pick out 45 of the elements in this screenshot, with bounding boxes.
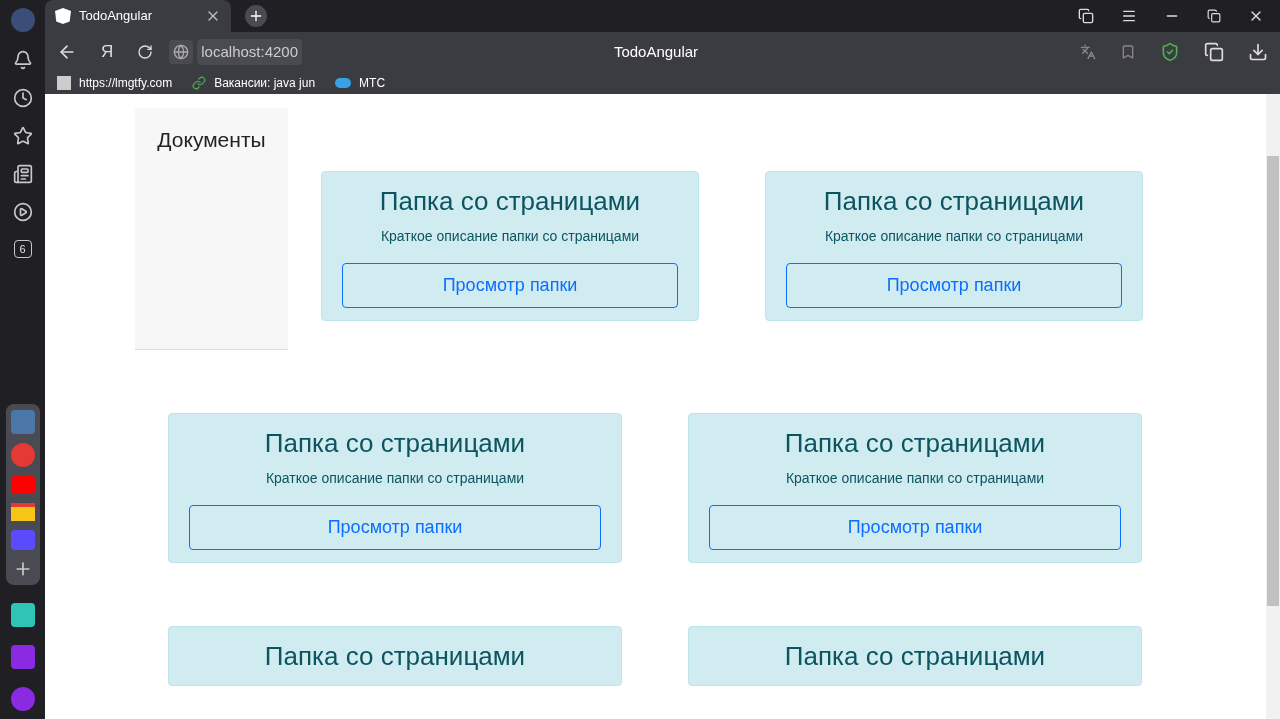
history-icon[interactable]: [12, 88, 33, 108]
tabs-count-badge[interactable]: 6: [13, 240, 32, 258]
favorites-icon[interactable]: [12, 126, 33, 146]
download-icon[interactable]: [1248, 42, 1268, 62]
panel-title: Документы: [157, 127, 266, 153]
tab-title: TodoAngular: [79, 7, 153, 26]
restore-icon[interactable]: [1207, 9, 1221, 23]
card-title: Папка со страницами: [823, 185, 1085, 218]
bookmark-item[interactable]: https://lmgtfy.com: [57, 74, 173, 92]
card-title: Папка со страницами: [784, 640, 1046, 673]
card-title: Папка со страницами: [784, 427, 1046, 460]
sidebar-panel-icon[interactable]: [1204, 42, 1224, 62]
bookmark-icon[interactable]: [1120, 44, 1136, 60]
browser-tab[interactable]: TodoAngular: [45, 0, 231, 32]
plus-icon: [248, 8, 264, 24]
view-folder-button[interactable]: Просмотр папки: [786, 263, 1122, 308]
news-icon[interactable]: [12, 164, 33, 184]
reload-icon[interactable]: [137, 44, 154, 60]
view-folder-button[interactable]: Просмотр папки: [709, 505, 1121, 550]
menu-icon[interactable]: [1121, 8, 1137, 24]
card-description: Краткое описание папки со страницами: [824, 227, 1084, 246]
shield-icon[interactable]: [1160, 42, 1180, 62]
card-title: Папка со страницами: [264, 427, 526, 460]
address-field[interactable]: localhost:4200: [169, 38, 303, 66]
paperclip-icon: [192, 76, 207, 90]
card-description: Краткое описание папки со страницами: [785, 469, 1045, 488]
view-folder-button[interactable]: Просмотр папки: [189, 505, 601, 550]
card-title: Папка со страницами: [379, 185, 641, 218]
address-text: localhost:4200: [197, 38, 303, 66]
angular-logo-icon: [55, 8, 71, 24]
card-title: Папка со страницами: [264, 640, 526, 673]
new-tab-button[interactable]: [245, 5, 267, 27]
card-description: Краткое описание папки со страницами: [265, 469, 525, 488]
scrollbar[interactable]: [1266, 94, 1280, 719]
tab-collections-icon[interactable]: [1078, 8, 1094, 24]
bookmark-item[interactable]: МТС: [335, 74, 386, 92]
notifications-icon[interactable]: [12, 50, 33, 70]
play-icon[interactable]: [12, 202, 33, 222]
globe-icon: [173, 44, 190, 60]
translate-icon[interactable]: [1080, 44, 1096, 60]
view-folder-button[interactable]: Просмотр папки: [342, 263, 678, 308]
bookmark-item[interactable]: Вакансии: java jun: [192, 74, 316, 92]
yandex-button[interactable]: Я: [101, 39, 114, 65]
page-title: TodoAngular: [613, 41, 699, 62]
card-description: Краткое описание папки со страницами: [380, 227, 640, 246]
